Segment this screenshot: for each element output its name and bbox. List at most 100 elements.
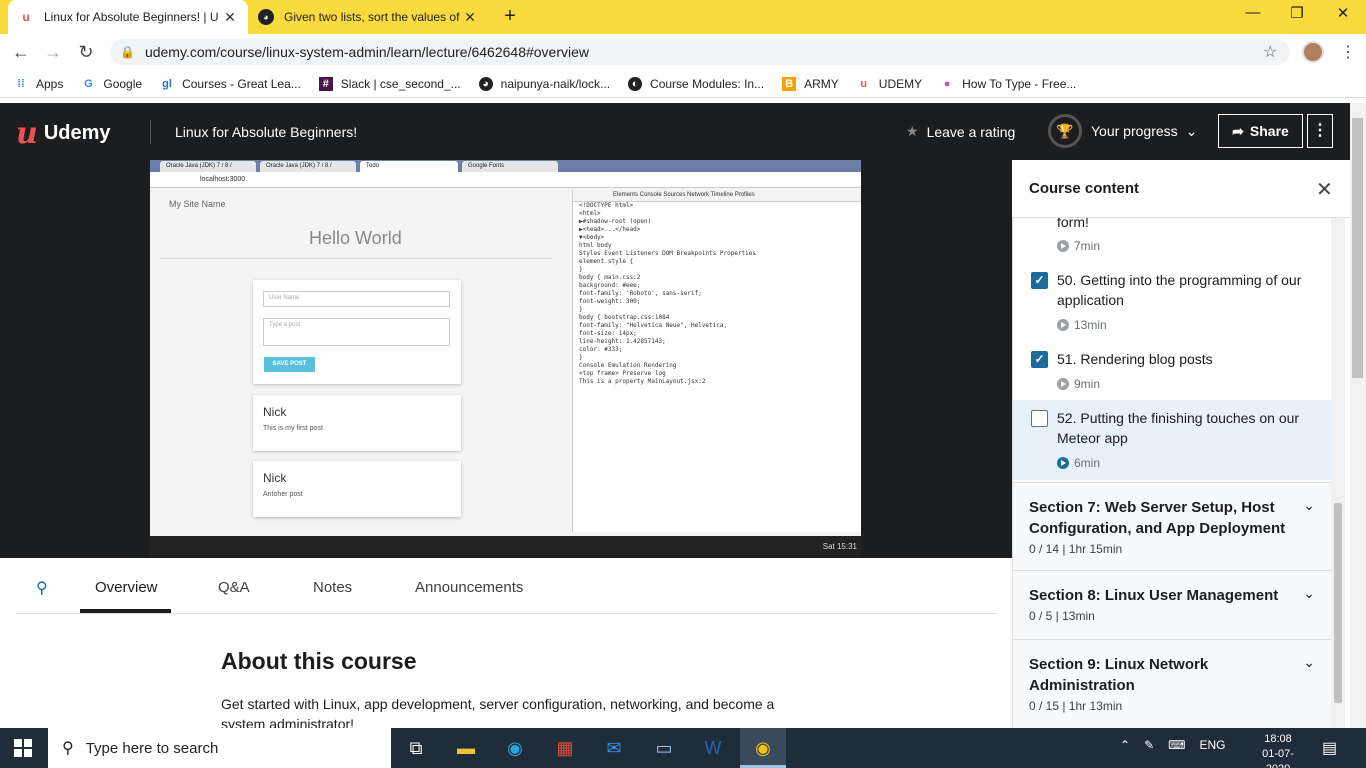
notification-icon[interactable]: ▤ [1322, 738, 1337, 758]
bookmark-icon: B [782, 76, 797, 91]
devtools-line: font-weight: 300; [579, 298, 641, 305]
bookmark-label: naipunya-naik/lock... [500, 76, 611, 91]
your-progress-button[interactable]: 🏆 Your progress ⌄ [1048, 114, 1197, 148]
course-icon: ◐ [628, 76, 643, 91]
task-view-icon[interactable]: ⧉ [402, 734, 430, 762]
keyboard-icon[interactable]: ⌨ [1168, 738, 1185, 752]
bookmark-course-modules[interactable]: ◐ Course Modules: In... [628, 76, 764, 91]
devtools-line: <!DOCTYPE html> [579, 202, 634, 209]
more-options-button[interactable]: ⋮ [1307, 114, 1333, 148]
tab-overview[interactable]: Overview [95, 579, 158, 596]
forward-icon[interactable]: → [42, 42, 64, 62]
share-icon: ➦ [1232, 122, 1244, 139]
greatlearning-icon: gl [162, 77, 172, 90]
bookmark-apps[interactable]: ⁞⁞ Apps [14, 77, 63, 91]
browser-tab-github[interactable]: ◕ Given two lists, sort the values of ✕ [248, 0, 488, 34]
close-window-button[interactable]: ✕ [1320, 4, 1366, 22]
pc-icon[interactable]: ▭ [650, 734, 678, 762]
close-tab-icon[interactable]: ✕ [222, 9, 238, 26]
share-button[interactable]: ➦ Share [1218, 114, 1303, 148]
section-9[interactable]: Section 9: Linux Network Administration … [1013, 639, 1331, 728]
profile-avatar[interactable] [1302, 41, 1324, 63]
lecture-item[interactable]: ✓ 50. Getting into the programming of ou… [1013, 262, 1331, 340]
lecture-checkbox[interactable]: ✓ [1031, 272, 1048, 289]
search-icon[interactable]: ⚲ [36, 578, 48, 598]
course-content-title: Course content [1029, 180, 1140, 197]
page-scrollbar-thumb[interactable] [1352, 118, 1363, 378]
taskbar-clock[interactable]: 18:08 01-07-2020 [1250, 732, 1306, 768]
devtools-tabs: Elements Console Sources Network Timelin… [573, 190, 861, 202]
new-tab-button[interactable]: + [498, 5, 522, 28]
course-title[interactable]: Linux for Absolute Beginners! [175, 124, 357, 140]
google-icon: G [84, 77, 93, 90]
lecture-duration: 6min [1057, 456, 1100, 470]
tab-announcements[interactable]: Announcements [415, 579, 523, 596]
bookmark-google[interactable]: G Google [81, 77, 142, 91]
udemy-logo[interactable]: u Udemy [16, 116, 111, 151]
bookmark-label: Google [103, 76, 143, 91]
close-icon[interactable]: ✕ [1316, 177, 1333, 202]
devtools-line: } [579, 266, 583, 273]
windows-start-icon[interactable] [14, 739, 32, 757]
about-title: About this course [221, 648, 417, 674]
header-divider [150, 120, 151, 144]
edge-icon[interactable]: ◉ [501, 734, 529, 762]
video-save-post-button: SAVE POST [264, 357, 315, 372]
lecture-checkbox[interactable] [1031, 410, 1048, 427]
section-title: Section 7: Web Server Setup, Host Config… [1029, 499, 1286, 537]
search-placeholder: Type here to search [85, 739, 219, 757]
tab-qa[interactable]: Q&A [218, 579, 250, 596]
video-tab: Google Fonts [462, 161, 558, 172]
gift-app-icon[interactable]: ▦ [551, 734, 579, 762]
browser-tab-udemy[interactable]: u Linux for Absolute Beginners! | U ✕ [8, 0, 248, 34]
mail-icon[interactable]: ✉ [600, 734, 628, 762]
chrome-icon[interactable]: ◉ [749, 734, 777, 762]
lecture-checkbox[interactable]: ✓ [1031, 351, 1048, 368]
bookmarks-bar: ⁞⁞ Apps G Google gl Courses - Great Lea... … [0, 70, 1366, 98]
bookmark-github[interactable]: ◕ naipunya-naik/lock... [478, 76, 611, 91]
video-post-card: Nick This is my first post [253, 395, 461, 451]
lecture-item[interactable]: ✓ 51. Rendering blog posts 9min [1013, 340, 1331, 398]
bookmark-greatlearning[interactable]: gl Courses - Great Lea... [160, 77, 301, 91]
back-icon[interactable]: ← [10, 42, 32, 62]
bookmark-slack[interactable]: # Slack | cse_second_... [318, 76, 461, 91]
post-text: This is my first post [263, 425, 323, 432]
lecture-duration: 9min [1057, 377, 1100, 391]
language-indicator[interactable]: ENG [1199, 738, 1225, 752]
close-tab-icon[interactable]: ✕ [462, 9, 478, 26]
post-author: Nick [263, 405, 287, 419]
duration-text: 7min [1074, 239, 1101, 253]
sidebar-scrollbar-thumb[interactable] [1334, 503, 1342, 703]
bookmark-army[interactable]: B ARMY [782, 76, 839, 91]
restore-button[interactable]: ❐ [1274, 4, 1320, 22]
word-icon[interactable]: W [699, 734, 727, 762]
browser-menu-icon[interactable]: ⋮ [1340, 42, 1356, 62]
bookmark-udemy[interactable]: u UDEMY [857, 77, 922, 91]
section-8[interactable]: Section 8: Linux User Management 0 / 5 |… [1013, 570, 1331, 639]
udemy-icon: u [22, 10, 30, 24]
section-7[interactable]: Section 7: Web Server Setup, Host Config… [1013, 482, 1331, 570]
leave-rating-button[interactable]: ★ Leave a rating [906, 123, 1015, 140]
devtools-line: color: #333; [579, 346, 623, 353]
post-author: Nick [263, 471, 287, 485]
pen-icon[interactable]: ✎ [1144, 738, 1154, 752]
video-username-input: User Name [263, 291, 450, 307]
devtools-line: } [579, 354, 583, 361]
address-bar[interactable]: 🔒 udemy.com/course/linux-system-admin/le… [110, 39, 1290, 65]
github-icon: ◕ [478, 76, 493, 91]
video-devtools-panel: Elements Console Sources Network Timelin… [572, 190, 861, 532]
tab-notes[interactable]: Notes [313, 579, 352, 596]
clock-time: 18:08 [1264, 733, 1292, 745]
lecture-item-current[interactable]: 52. Putting the finishing touches on our… [1013, 400, 1331, 480]
video-post-input: Type a post [263, 318, 450, 346]
minimize-button[interactable]: — [1230, 4, 1276, 21]
bookmark-star-icon[interactable]: ☆ [1263, 42, 1277, 62]
file-explorer-icon[interactable]: ▬ [452, 734, 480, 762]
chevron-up-icon[interactable]: ⌃ [1120, 738, 1130, 752]
section-meta: 0 / 14 | 1hr 15min [1029, 542, 1123, 556]
duration-text: 6min [1074, 456, 1101, 470]
search-icon: ⚲ [62, 740, 74, 757]
reload-icon[interactable]: ↻ [75, 42, 97, 62]
bookmark-how-to-type[interactable]: ● How To Type - Free... [940, 77, 1077, 91]
taskbar-search-input[interactable]: ⚲ Type here to search [48, 728, 391, 768]
